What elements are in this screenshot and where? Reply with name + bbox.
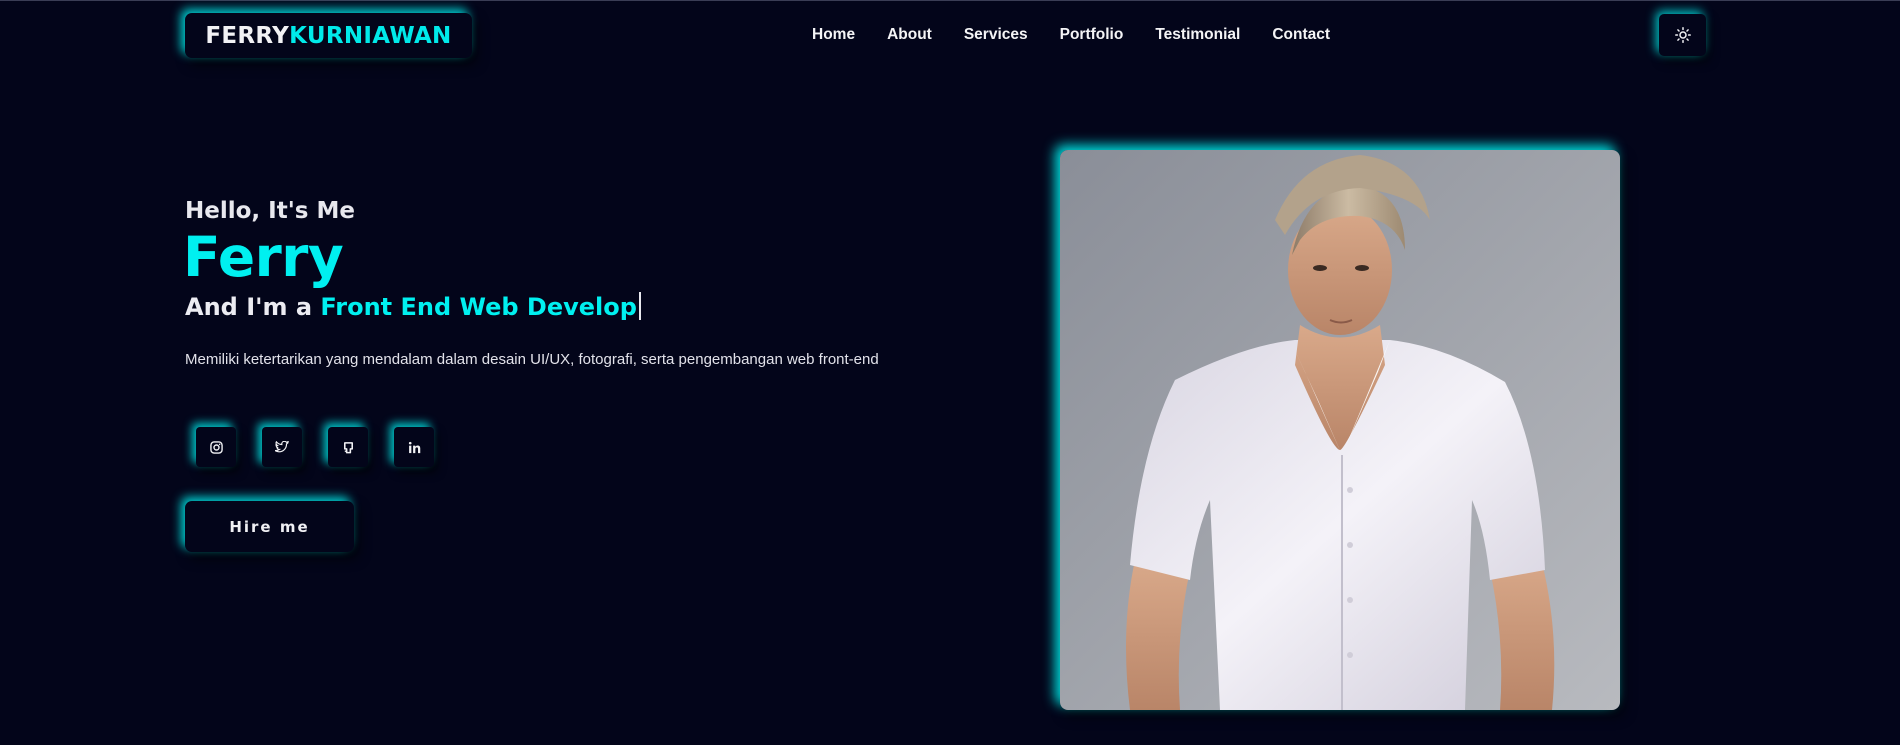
nav-about[interactable]: About	[887, 26, 932, 44]
sun-icon	[1674, 27, 1691, 43]
nav-home[interactable]: Home	[812, 26, 855, 44]
nav-services[interactable]: Services	[964, 26, 1028, 44]
linkedin-icon	[408, 441, 420, 453]
brand-second: KURNIAWAN	[289, 22, 452, 49]
typing-caret	[638, 292, 641, 320]
hero-role: And I'm a Front End Web Develop	[185, 292, 641, 321]
github-link[interactable]	[328, 427, 368, 467]
twitter-link[interactable]	[262, 427, 302, 467]
main-nav: Home About Services Portfolio Testimonia…	[812, 26, 1362, 44]
profile-photo	[1060, 150, 1620, 710]
nav-testimonial[interactable]: Testimonial	[1155, 26, 1240, 44]
social-links	[196, 427, 460, 467]
top-border	[0, 0, 1900, 1]
twitter-icon	[275, 441, 289, 453]
instagram-link[interactable]	[196, 427, 236, 467]
linkedin-link[interactable]	[394, 427, 434, 467]
role-prefix: And I'm a	[185, 293, 321, 321]
instagram-icon	[209, 440, 223, 454]
brand-first: FERRY	[205, 22, 290, 49]
brand-logo[interactable]: FERRY KURNIAWAN	[185, 13, 472, 58]
hero-name: Ferry	[183, 225, 344, 289]
github-icon	[343, 441, 353, 453]
role-typed-text: Front End Web Develop	[320, 293, 637, 321]
hire-me-button[interactable]: Hire me	[185, 501, 354, 552]
nav-portfolio[interactable]: Portfolio	[1060, 26, 1124, 44]
hero-description: Memiliki ketertarikan yang mendalam dala…	[185, 351, 879, 368]
nav-contact[interactable]: Contact	[1272, 26, 1330, 44]
hero-greeting: Hello, It's Me	[185, 198, 355, 224]
theme-toggle-button[interactable]	[1659, 14, 1706, 56]
